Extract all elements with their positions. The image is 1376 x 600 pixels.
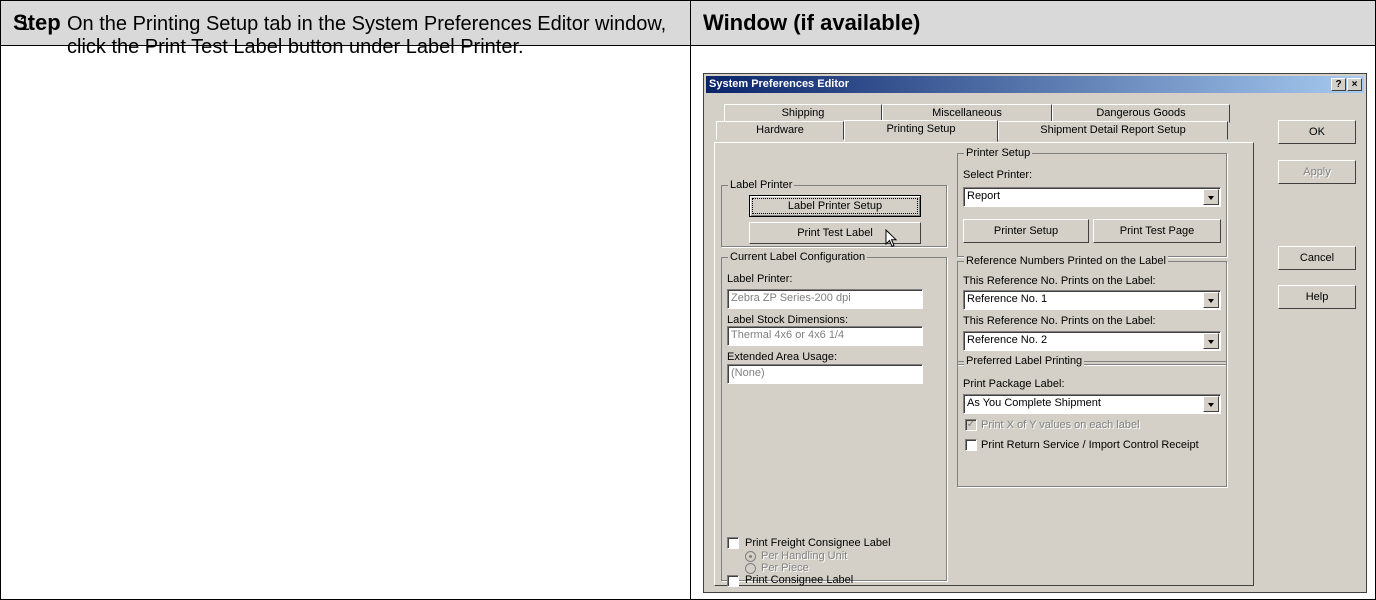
tab-printing-setup[interactable]: Printing Setup (844, 120, 998, 142)
ref1-combo[interactable]: Reference No. 1 (963, 290, 1221, 310)
select-printer-caption: Select Printer: (963, 169, 1033, 181)
dialog-titlebar: System Preferences Editor ? × (706, 76, 1364, 93)
print-test-page-button[interactable]: Print Test Page (1093, 219, 1221, 243)
select-printer-value: Report (967, 190, 1001, 202)
ref2-caption: This Reference No. Prints on the Label: (963, 315, 1156, 327)
preferred-label-group-title: Preferred Label Printing (964, 354, 1085, 368)
xofy-checkbox[interactable]: ✓ (965, 419, 977, 431)
label-printer-caption: Label Printer: (727, 273, 793, 285)
extended-area-caption: Extended Area Usage: (727, 351, 838, 363)
package-label-value: As You Complete Shipment (967, 397, 1101, 409)
return-service-checkbox[interactable] (965, 439, 977, 451)
header-window: Window (if available) (690, 0, 1376, 46)
ref2-value: Reference No. 2 (967, 334, 1048, 346)
select-printer-combo[interactable]: Report (963, 187, 1221, 207)
mouse-cursor-icon (885, 229, 898, 248)
tab-shipment-detail-report[interactable]: Shipment Detail Report Setup (998, 121, 1228, 140)
chevron-down-icon[interactable] (1203, 292, 1219, 308)
label-printer-group-title: Label Printer (728, 178, 795, 192)
reference-numbers-group-title: Reference Numbers Printed on the Label (964, 254, 1168, 268)
label-stock-field: Thermal 4x6 or 4x6 1/4 (727, 326, 923, 346)
ref1-caption: This Reference No. Prints on the Label: (963, 275, 1156, 287)
printer-setup-button[interactable]: Printer Setup (963, 219, 1089, 243)
xofy-label: Print X of Y values on each label (981, 419, 1140, 431)
print-consignee-checkbox[interactable] (727, 575, 739, 587)
return-service-label: Print Return Service / Import Control Re… (981, 439, 1199, 451)
label-printer-setup-button[interactable]: Label Printer Setup (749, 195, 921, 217)
chevron-down-icon[interactable] (1203, 333, 1219, 349)
per-piece-radio[interactable] (745, 563, 756, 574)
ref2-combo[interactable]: Reference No. 2 (963, 331, 1221, 351)
chevron-down-icon[interactable] (1203, 189, 1219, 205)
printer-setup-group-title: Printer Setup (964, 146, 1033, 160)
printing-setup-panel: Label Printer Label Printer Setup Print … (714, 142, 1254, 587)
package-label-combo[interactable]: As You Complete Shipment (963, 394, 1221, 414)
help-button[interactable]: Help (1278, 285, 1356, 309)
print-consignee-label: Print Consignee Label (745, 574, 854, 586)
ref1-value: Reference No. 1 (967, 293, 1048, 305)
package-label-caption: Print Package Label: (963, 378, 1065, 390)
print-freight-consignee-label: Print Freight Consignee Label (745, 537, 891, 549)
print-freight-consignee-checkbox[interactable] (727, 537, 739, 549)
apply-button[interactable]: Apply (1278, 160, 1356, 184)
close-title-button[interactable]: × (1347, 78, 1362, 91)
step-number: 1. (19, 13, 36, 35)
extended-area-field: (None) (727, 364, 923, 384)
system-preferences-dialog: System Preferences Editor ? × Shipping M… (703, 73, 1367, 593)
dialog-title: System Preferences Editor (709, 78, 850, 90)
chevron-down-icon[interactable] (1203, 396, 1219, 412)
step-cell (0, 45, 691, 600)
current-config-group-title: Current Label Configuration (728, 250, 868, 264)
help-title-button[interactable]: ? (1331, 78, 1346, 91)
per-handling-unit-radio[interactable] (745, 551, 756, 562)
ok-button[interactable]: OK (1278, 120, 1356, 144)
cancel-button[interactable]: Cancel (1278, 246, 1356, 270)
tab-hardware[interactable]: Hardware (716, 121, 844, 140)
label-printer-field: Zebra ZP Series-200 dpi (727, 289, 923, 309)
step-description: On the Printing Setup tab in the System … (67, 13, 667, 58)
